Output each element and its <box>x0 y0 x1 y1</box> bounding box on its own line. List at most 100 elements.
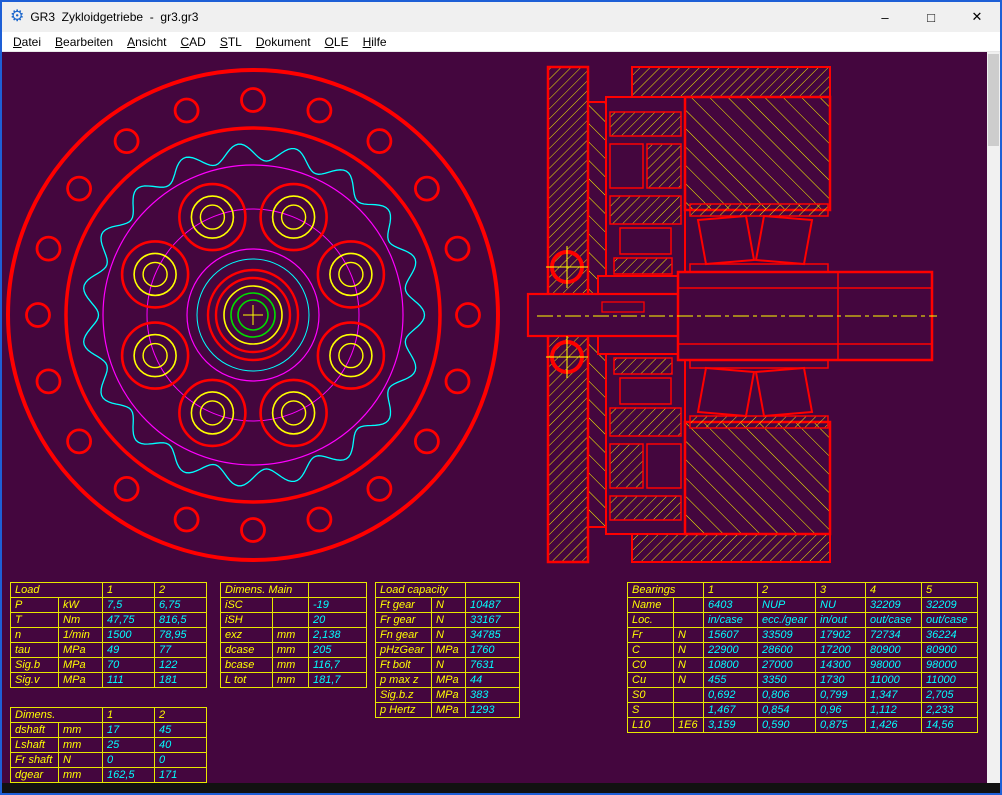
row-label: Lshaft <box>11 738 59 753</box>
row-label: iSH <box>221 613 273 628</box>
row-value: 171 <box>155 768 207 783</box>
row-value: 28600 <box>758 643 816 658</box>
column-header: 4 <box>866 583 922 598</box>
cad-drawing <box>2 52 992 582</box>
row-value: 205 <box>309 643 367 658</box>
pin-hole <box>175 99 198 122</box>
menu-item-bearbeiten[interactable]: Bearbeiten <box>48 33 120 51</box>
vertical-scrollbar[interactable] <box>987 52 1000 783</box>
row-value: 14,56 <box>922 718 978 733</box>
case-top-plate <box>632 67 830 97</box>
row-unit: 1E6 <box>674 718 704 733</box>
row-value: 1760 <box>466 643 520 658</box>
row-value: 47,75 <box>103 613 155 628</box>
row-value: 3,159 <box>704 718 758 733</box>
scrollbar-thumb[interactable] <box>988 54 999 146</box>
stack-part <box>610 112 681 136</box>
row-value: 80900 <box>866 643 922 658</box>
pin-hole <box>308 508 331 531</box>
row-value: 77 <box>155 643 207 658</box>
row-unit: N <box>674 658 704 673</box>
load-capacity-table-container: Load capacityFt gearN10487Fr gearN33167F… <box>375 582 520 718</box>
row-value: 11000 <box>866 673 922 688</box>
dimens-main-table-container: Dimens. MainiSC-19iSH20exzmm2,138dcasemm… <box>220 582 367 688</box>
table-row: Fr gearN33167 <box>376 613 520 628</box>
cad-canvas[interactable]: Load12PkW7,56,75TNm47,75816,5n1/min15007… <box>2 52 1000 783</box>
row-value: 7631 <box>466 658 520 673</box>
row-value: 0,854 <box>758 703 816 718</box>
column-header: 1 <box>103 708 155 723</box>
row-unit: N <box>432 658 466 673</box>
row-value: NU <box>816 598 866 613</box>
table-row: p HertzMPa1293 <box>376 703 520 718</box>
pin-hole <box>175 508 198 531</box>
row-unit <box>674 598 704 613</box>
pin-hole <box>115 477 138 500</box>
menu-item-dokument[interactable]: Dokument <box>249 33 318 51</box>
row-unit: mm <box>273 658 309 673</box>
row-unit: mm <box>273 673 309 688</box>
pin-hole <box>68 430 91 453</box>
row-unit: N <box>432 613 466 628</box>
row-unit: N <box>674 673 704 688</box>
table-row: Name6403NUPNU3220932209 <box>628 598 978 613</box>
row-label: P <box>11 598 59 613</box>
case-block-top <box>685 97 830 210</box>
row-value: 162,5 <box>103 768 155 783</box>
menu-item-cad[interactable]: CAD <box>173 33 212 51</box>
row-value: 14300 <box>816 658 866 673</box>
dimens_main-table: Dimens. MainiSC-19iSH20exzmm2,138dcasemm… <box>220 582 367 688</box>
menu-item-stl[interactable]: STL <box>213 33 249 51</box>
column-header: 1 <box>103 583 155 598</box>
row-value: in/out <box>816 613 866 628</box>
table-title: Dimens. <box>11 708 103 723</box>
header-row: Dimens. Main <box>221 583 367 598</box>
stack-part <box>647 444 681 488</box>
table-title: Load <box>11 583 103 598</box>
status-bar <box>2 783 1000 793</box>
case-block-bottom <box>685 422 830 534</box>
row-value: 78,95 <box>155 628 207 643</box>
minimize-button[interactable]: – <box>862 2 908 32</box>
column-header: 1 <box>704 583 758 598</box>
table-row: dcasemm205 <box>221 643 367 658</box>
row-label: p Hertz <box>376 703 432 718</box>
menu-item-hilfe[interactable]: Hilfe <box>356 33 394 51</box>
table-row: L totmm181,7 <box>221 673 367 688</box>
row-label: exz <box>221 628 273 643</box>
row-value: 36224 <box>922 628 978 643</box>
bearings-table: Bearings12345Name6403NUPNU3220932209Loc.… <box>627 582 978 733</box>
row-label: Fr <box>628 628 674 643</box>
table-row: iSH20 <box>221 613 367 628</box>
ecc-bearing-top <box>614 258 672 274</box>
table-title: Dimens. Main <box>221 583 309 598</box>
row-unit: mm <box>273 643 309 658</box>
row-label: T <box>11 613 59 628</box>
row-label: dgear <box>11 768 59 783</box>
pin-hole <box>68 177 91 200</box>
menu-item-ole[interactable]: OLE <box>318 33 356 51</box>
menu-item-datei[interactable]: Datei <box>6 33 48 51</box>
row-label: bcase <box>221 658 273 673</box>
row-unit <box>674 613 704 628</box>
row-value: 44 <box>466 673 520 688</box>
row-value: 111 <box>103 673 155 688</box>
column-header: 5 <box>922 583 978 598</box>
cycloid-disc-1 <box>610 196 681 224</box>
row-value: 72734 <box>866 628 922 643</box>
column-header: 2 <box>155 708 207 723</box>
column-header <box>309 583 367 598</box>
row-value: 2,138 <box>309 628 367 643</box>
window-title: GR3 Zykloidgetriebe - gr3.gr3 <box>30 10 198 24</box>
row-label: S <box>628 703 674 718</box>
row-value: 6403 <box>704 598 758 613</box>
table-row: p max zMPa44 <box>376 673 520 688</box>
taper-roller <box>756 216 812 264</box>
close-button[interactable]: ✕ <box>954 2 1000 32</box>
row-unit: mm <box>59 723 103 738</box>
row-value: 0 <box>155 753 207 768</box>
ecc-bearing-bottom <box>614 358 672 374</box>
menu-item-ansicht[interactable]: Ansicht <box>120 33 173 51</box>
maximize-button[interactable]: □ <box>908 2 954 32</box>
table-row: tauMPa4977 <box>11 643 207 658</box>
